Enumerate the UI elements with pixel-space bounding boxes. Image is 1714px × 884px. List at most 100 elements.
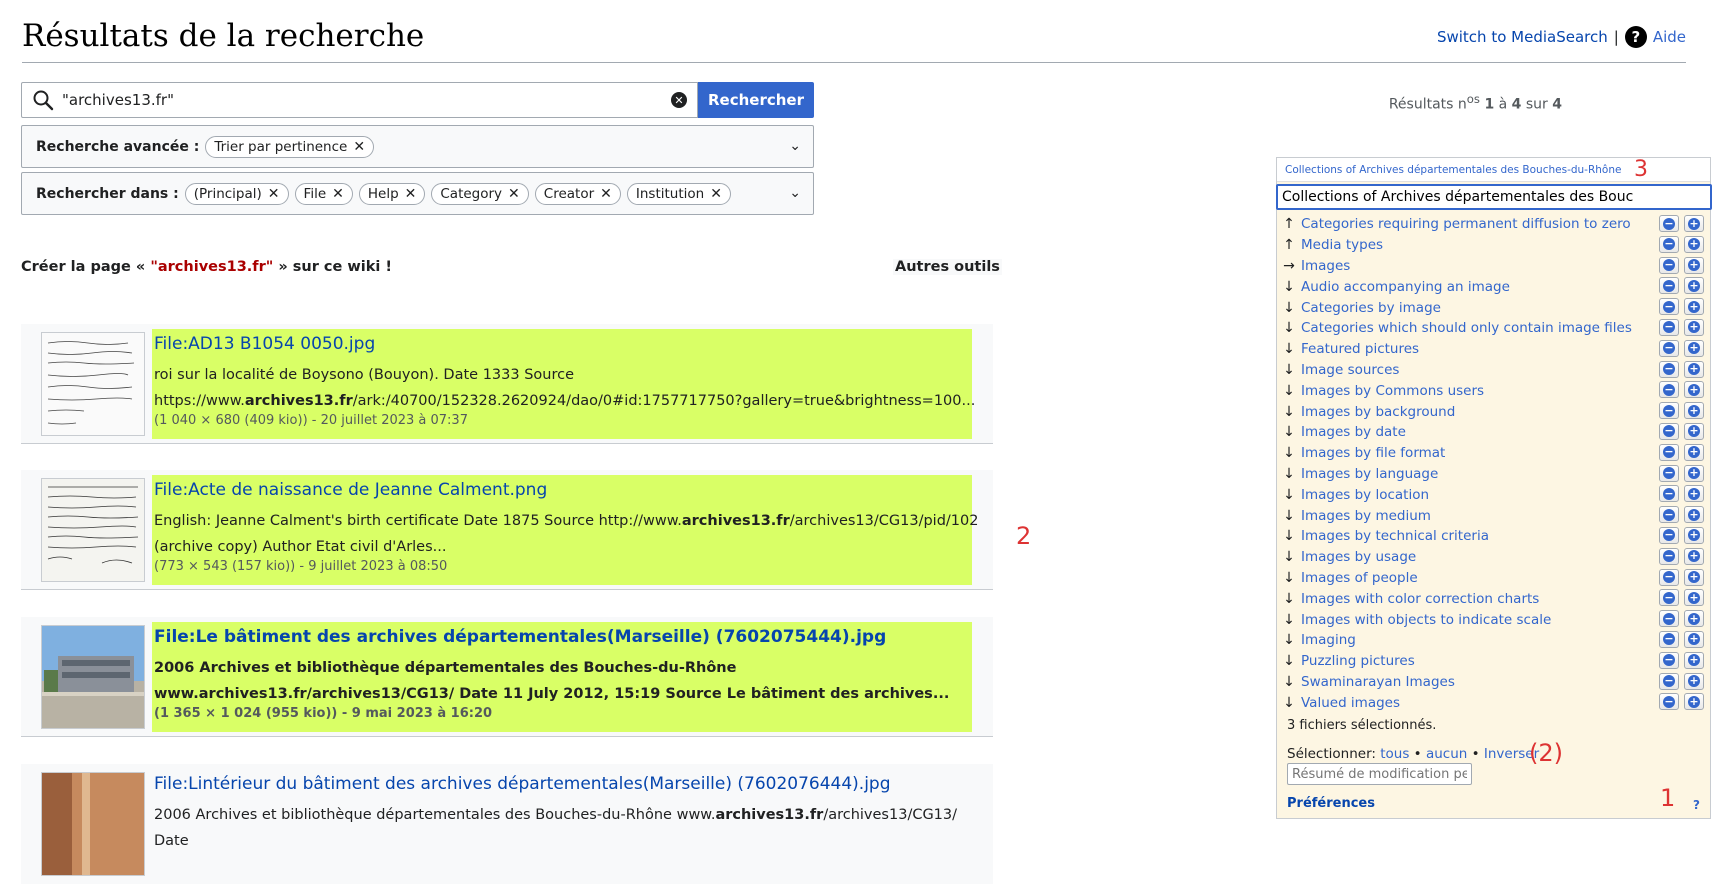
namespace-chip-institution[interactable]: Institution ✕ xyxy=(626,182,731,205)
remove-category-button[interactable]: − xyxy=(1659,318,1679,336)
category-link[interactable]: Categories requiring permanent diffusion… xyxy=(1301,216,1631,232)
remove-chip-icon[interactable]: ✕ xyxy=(332,186,344,202)
select-none-link[interactable]: aucun xyxy=(1426,746,1467,762)
namespace-chip-category[interactable]: Category ✕ xyxy=(431,182,529,205)
category-link[interactable]: Categories which should only contain ima… xyxy=(1301,320,1632,336)
help-link[interactable]: Aide xyxy=(1653,28,1686,46)
remove-category-button[interactable]: − xyxy=(1659,672,1679,690)
add-category-button[interactable]: + xyxy=(1684,235,1704,253)
result-thumbnail[interactable] xyxy=(41,772,145,876)
add-category-button[interactable]: + xyxy=(1684,568,1704,586)
add-category-button[interactable]: + xyxy=(1684,277,1704,295)
category-link[interactable]: Images by medium xyxy=(1301,508,1431,524)
remove-chip-icon[interactable]: ✕ xyxy=(600,186,612,202)
category-link[interactable]: Swaminarayan Images xyxy=(1301,674,1455,690)
namespace-chip-file[interactable]: File ✕ xyxy=(294,182,353,205)
remove-category-button[interactable]: − xyxy=(1659,526,1679,544)
add-category-button[interactable]: + xyxy=(1684,651,1704,669)
other-tools-menu[interactable]: Autres outils xyxy=(893,259,1002,275)
remove-category-button[interactable]: − xyxy=(1659,506,1679,524)
category-link[interactable]: Images by language xyxy=(1301,466,1438,482)
remove-chip-icon[interactable]: ✕ xyxy=(353,139,365,155)
category-link[interactable]: Images by background xyxy=(1301,404,1455,420)
remove-category-button[interactable]: − xyxy=(1659,381,1679,399)
edit-summary-input[interactable] xyxy=(1287,763,1472,785)
preferences-link[interactable]: Préférences xyxy=(1287,796,1375,811)
advanced-search-bar[interactable]: Recherche avancée : Trier par pertinence… xyxy=(21,125,814,168)
chevron-down-icon[interactable]: ⌄ xyxy=(789,138,801,154)
remove-category-button[interactable]: − xyxy=(1659,360,1679,378)
clear-search-icon[interactable]: ✕ xyxy=(671,92,687,108)
add-category-button[interactable]: + xyxy=(1684,506,1704,524)
remove-category-button[interactable]: − xyxy=(1659,651,1679,669)
remove-chip-icon[interactable]: ✕ xyxy=(508,186,520,202)
remove-chip-icon[interactable]: ✕ xyxy=(710,186,722,202)
category-link[interactable]: Image sources xyxy=(1301,362,1399,378)
category-link[interactable]: Images by technical criteria xyxy=(1301,528,1489,544)
help-icon[interactable]: ? xyxy=(1624,26,1647,48)
create-page-link[interactable]: "archives13.fr" xyxy=(150,259,273,275)
result-thumbnail[interactable] xyxy=(41,332,145,436)
category-link[interactable]: Featured pictures xyxy=(1301,341,1419,357)
result-thumbnail[interactable] xyxy=(41,478,145,582)
add-category-button[interactable]: + xyxy=(1684,381,1704,399)
add-category-button[interactable]: + xyxy=(1684,464,1704,482)
remove-category-button[interactable]: − xyxy=(1659,485,1679,503)
category-link[interactable]: Audio accompanying an image xyxy=(1301,279,1510,295)
add-category-button[interactable]: + xyxy=(1684,485,1704,503)
remove-category-button[interactable]: − xyxy=(1659,547,1679,565)
namespace-chip-help[interactable]: Help ✕ xyxy=(358,182,426,205)
add-category-button[interactable]: + xyxy=(1684,630,1704,648)
category-link[interactable]: Images by usage xyxy=(1301,549,1416,565)
result-thumbnail[interactable] xyxy=(41,625,145,729)
add-category-button[interactable]: + xyxy=(1684,298,1704,316)
remove-category-button[interactable]: − xyxy=(1659,630,1679,648)
category-link[interactable]: Images by Commons users xyxy=(1301,383,1484,399)
category-link[interactable]: Images by location xyxy=(1301,487,1429,503)
namespace-chip-principal[interactable]: (Principal) ✕ xyxy=(184,182,289,205)
remove-chip-icon[interactable]: ✕ xyxy=(268,186,280,202)
remove-chip-icon[interactable]: ✕ xyxy=(405,186,417,202)
add-category-button[interactable]: + xyxy=(1684,256,1704,274)
remove-category-button[interactable]: − xyxy=(1659,693,1679,711)
category-link[interactable]: Images with objects to indicate scale xyxy=(1301,612,1551,628)
remove-category-button[interactable]: − xyxy=(1659,464,1679,482)
sort-chip[interactable]: Trier par pertinence ✕ xyxy=(205,135,375,158)
remove-category-button[interactable]: − xyxy=(1659,339,1679,357)
remove-category-button[interactable]: − xyxy=(1659,443,1679,461)
category-link[interactable]: Categories by image xyxy=(1301,300,1441,316)
add-category-button[interactable]: + xyxy=(1684,215,1704,232)
category-link[interactable]: Imaging xyxy=(1301,632,1356,648)
add-category-button[interactable]: + xyxy=(1684,422,1704,440)
category-link[interactable]: Images with color correction charts xyxy=(1301,591,1539,607)
category-search-input[interactable] xyxy=(1276,184,1712,210)
add-category-button[interactable]: + xyxy=(1684,610,1704,628)
category-link[interactable]: Images xyxy=(1301,258,1350,274)
namespaces-bar[interactable]: Rechercher dans : (Principal) ✕ File ✕ Hel… xyxy=(21,172,814,215)
add-category-button[interactable]: + xyxy=(1684,672,1704,690)
search-input[interactable] xyxy=(62,91,671,109)
remove-category-button[interactable]: − xyxy=(1659,422,1679,440)
add-category-button[interactable]: + xyxy=(1684,693,1704,711)
result-title-link[interactable]: File:Le bâtiment des archives départemen… xyxy=(154,627,886,647)
search-button[interactable]: Rechercher xyxy=(698,82,814,118)
category-link[interactable]: Puzzling pictures xyxy=(1301,653,1415,669)
namespace-chip-creator[interactable]: Creator ✕ xyxy=(534,182,621,205)
add-category-button[interactable]: + xyxy=(1684,526,1704,544)
category-link[interactable]: Images by date xyxy=(1301,424,1406,440)
remove-category-button[interactable]: − xyxy=(1659,589,1679,607)
add-category-button[interactable]: + xyxy=(1684,318,1704,336)
switch-mediasearch-link[interactable]: Switch to MediaSearch xyxy=(1437,28,1608,46)
result-title-link[interactable]: File:Lintérieur du bâtiment des archives… xyxy=(154,774,891,794)
add-category-button[interactable]: + xyxy=(1684,402,1704,420)
remove-category-button[interactable]: − xyxy=(1659,235,1679,253)
remove-category-button[interactable]: − xyxy=(1659,568,1679,586)
remove-category-button[interactable]: − xyxy=(1659,402,1679,420)
remove-category-button[interactable]: − xyxy=(1659,215,1679,232)
remove-category-button[interactable]: − xyxy=(1659,298,1679,316)
panel-help-link[interactable]: ? xyxy=(1693,798,1700,812)
add-category-button[interactable]: + xyxy=(1684,443,1704,461)
add-category-button[interactable]: + xyxy=(1684,360,1704,378)
remove-category-button[interactable]: − xyxy=(1659,277,1679,295)
select-all-link[interactable]: tous xyxy=(1380,746,1409,762)
